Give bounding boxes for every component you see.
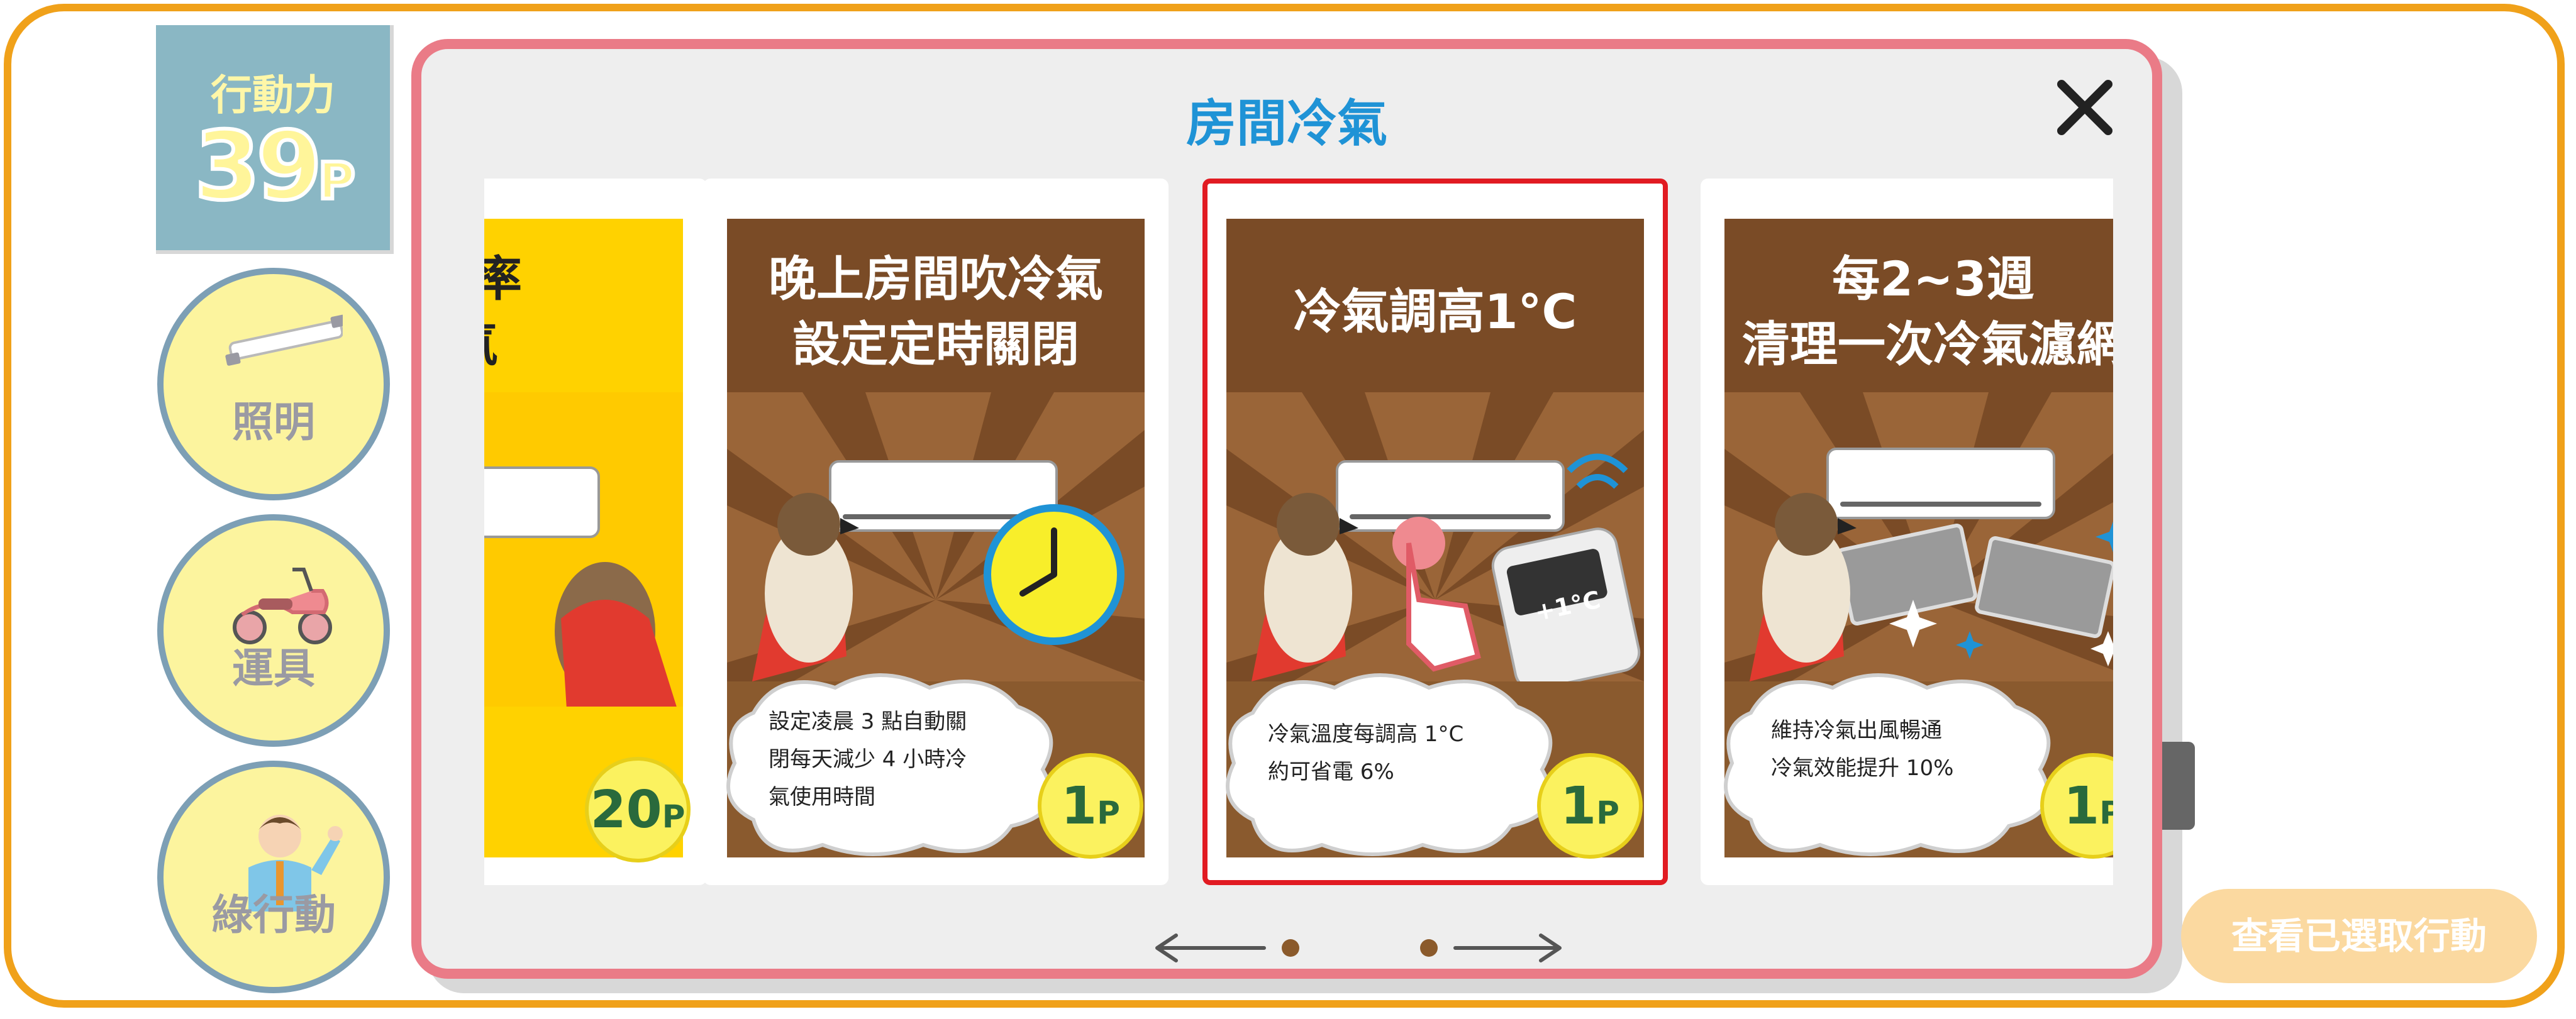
next-arrow-icon[interactable] xyxy=(1420,934,1562,962)
category-green-action-button[interactable]: 綠行動 xyxy=(157,761,390,993)
view-selected-actions-button[interactable]: 查看已選取行動 xyxy=(2181,889,2537,983)
category-lighting-button[interactable]: 照明 xyxy=(157,268,390,500)
card-banner: 晚上房間吹冷氣 設定定時關閉 xyxy=(727,219,1145,405)
card-description: 設定凌晨 3 點自動關 閉每天減少 4 小時冷 氣使用時間 xyxy=(769,709,967,810)
action-card[interactable]: 效率 氣 20P xyxy=(484,179,707,885)
action-card-selected[interactable]: 冷氣調高1°C +1°C 冷氣溫度每調高 1°C 約可省電 6% 1P xyxy=(1202,179,1668,885)
category-transport-button[interactable]: 運具 xyxy=(157,514,390,747)
card-banner: 每2~3週 清理一次冷氣濾網 xyxy=(1724,219,2113,405)
card-carousel[interactable]: 效率 氣 20P 晚上房間吹冷氣 設定定時關閉 xyxy=(484,179,2113,900)
card-banner: 冷氣調高1°C xyxy=(1226,219,1644,405)
action-modal: 房間冷氣 效率 氣 20P 晚上房間吹冷氣 設定定時關閉 xyxy=(411,39,2162,979)
action-points-panel: 行動力 39P xyxy=(156,25,394,254)
close-icon[interactable] xyxy=(2050,73,2119,142)
prev-arrow-icon[interactable] xyxy=(1155,934,1299,962)
card-description: 冷氣溫度每調高 1°C 約可省電 6% xyxy=(1268,722,1464,785)
card-description: 維持冷氣出風暢通 冷氣效能提升 10% xyxy=(1771,718,1954,781)
carousel-pager[interactable] xyxy=(1145,923,1660,973)
side-tab-handle[interactable] xyxy=(2162,742,2195,830)
cost-coin: 1P xyxy=(1038,753,1143,859)
cost-coin: 20P xyxy=(585,757,691,862)
action-points-value: 39P xyxy=(192,112,357,221)
category-lighting-label: 照明 xyxy=(232,398,315,446)
card-banner: 效率 氣 xyxy=(484,219,683,405)
category-transport-label: 運具 xyxy=(232,644,315,693)
modal-title: 房間冷氣 xyxy=(1186,94,1387,153)
action-card[interactable]: 每2~3週 清理一次冷氣濾網 維持冷氣出風暢通 冷氣效能提升 10% 1P xyxy=(1701,179,2113,885)
action-card[interactable]: 晚上房間吹冷氣 設定定時關閉 設定凌晨 3 點自動關 閉每天減少 4 小時冷 氣… xyxy=(703,179,1169,885)
cost-coin: 1P xyxy=(1537,753,1643,859)
category-green-action-label: 綠行動 xyxy=(211,891,336,939)
